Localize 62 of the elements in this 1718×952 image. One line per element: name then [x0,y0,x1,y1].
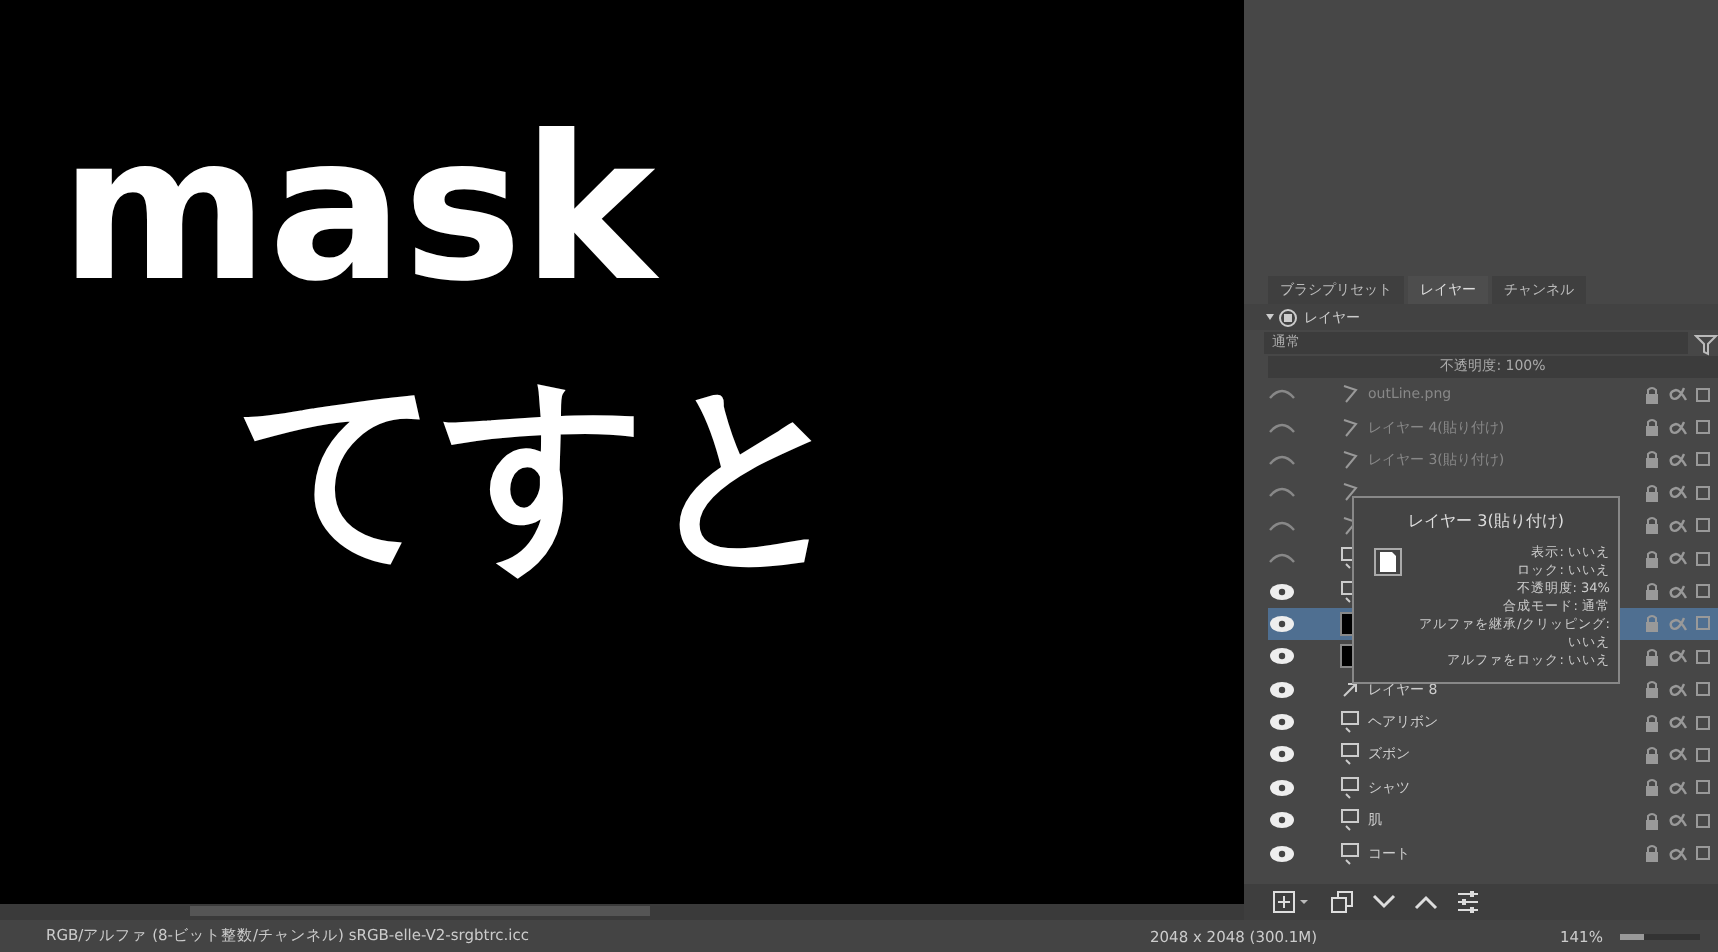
handwritten-text: てすと [238,350,854,590]
checkbox-icon[interactable] [1696,616,1710,631]
checkbox-icon[interactable] [1696,846,1710,861]
checkbox-icon[interactable] [1696,715,1710,730]
filter-layer-icon [1340,482,1360,503]
filter-layer-icon [1340,384,1360,405]
horizontal-scrollbar[interactable] [0,904,1244,920]
handwritten-text: mask [60,90,661,330]
lock-icon[interactable] [1644,450,1660,469]
tooltip-title: レイヤー 3(貼り付け) [1406,510,1566,532]
eye-icon[interactable] [1268,712,1296,733]
checkbox-icon[interactable] [1696,780,1710,795]
checkbox-icon[interactable] [1696,387,1710,402]
checkbox-icon[interactable] [1696,747,1710,762]
layers-icon [1264,307,1300,327]
filter-layer-icon [1340,417,1360,438]
checkbox-icon[interactable] [1696,584,1710,599]
lock-icon[interactable] [1644,647,1660,666]
checkbox-icon[interactable] [1696,485,1710,500]
lock-icon[interactable] [1644,549,1660,568]
lock-icon[interactable] [1644,778,1660,797]
lock-icon[interactable] [1644,385,1660,404]
lock-icon[interactable] [1644,582,1660,601]
duplicate-icon[interactable] [1330,890,1354,914]
eye-icon[interactable] [1268,777,1296,798]
eye-icon[interactable] [1268,646,1296,667]
lock-icon[interactable] [1644,811,1660,830]
lock-icon[interactable] [1644,713,1660,732]
lock-icon[interactable] [1644,614,1660,633]
eye-icon[interactable] [1268,581,1296,602]
zoom-slider[interactable] [1620,933,1700,939]
folder-icon [1340,775,1360,800]
folder-icon [1340,808,1360,833]
filter-layer-icon [1340,449,1360,470]
checkbox-icon[interactable] [1696,452,1710,467]
eye-icon[interactable] [1268,843,1296,864]
add-layer-icon[interactable] [1272,890,1312,914]
folder-icon [1340,841,1360,866]
checkbox-icon[interactable] [1696,518,1710,533]
lock-icon[interactable] [1644,745,1660,764]
properties-icon[interactable] [1456,890,1480,914]
folder-icon [1340,742,1360,767]
lock-icon[interactable] [1644,844,1660,863]
checkbox-icon[interactable] [1696,649,1710,664]
move-down-icon[interactable] [1372,894,1396,910]
eye-icon[interactable] [1268,679,1296,700]
eye-icon[interactable] [1268,810,1296,831]
lock-icon[interactable] [1644,483,1660,502]
eye-icon[interactable] [1268,613,1296,634]
lock-icon[interactable] [1644,516,1660,535]
checkbox-icon[interactable] [1696,813,1710,828]
checkbox-icon[interactable] [1696,551,1710,566]
lock-icon[interactable] [1644,680,1660,699]
filter-icon[interactable] [1694,331,1718,355]
checkbox-icon[interactable] [1696,682,1710,697]
document-icon [1374,548,1402,576]
eye-icon[interactable] [1268,744,1296,765]
checkbox-icon[interactable] [1696,420,1710,435]
folder-icon [1340,710,1360,735]
clone-arrow-icon [1340,679,1360,700]
lock-icon[interactable] [1644,418,1660,437]
move-up-icon[interactable] [1414,894,1438,910]
